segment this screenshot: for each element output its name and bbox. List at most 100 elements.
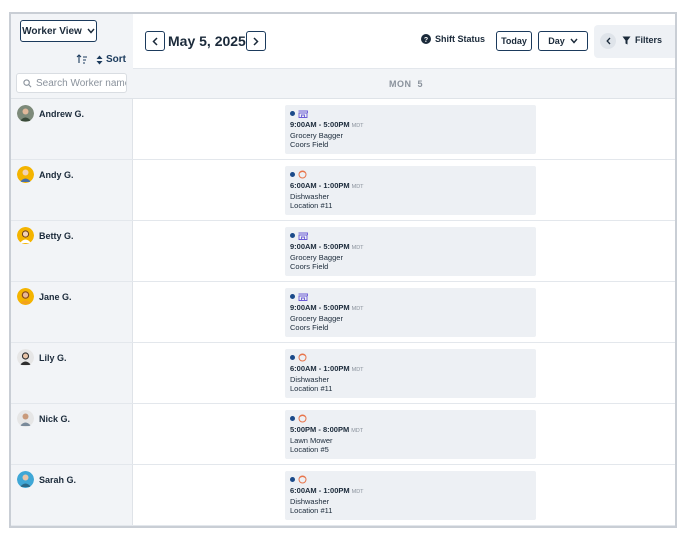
worker-name: Nick G. [39, 414, 71, 424]
chevron-down-icon [570, 38, 578, 44]
shift-card[interactable]: 5:00PM - 8:00PM MDT Lawn Mower Location #… [285, 410, 536, 459]
view-button-label: Worker View [22, 25, 82, 37]
shift-location: Location #11 [290, 506, 333, 515]
shift-role: Grocery Bagger [290, 314, 343, 323]
sort-order-icon[interactable] [76, 54, 88, 64]
shift-role: Dishwasher [290, 497, 330, 506]
avatar [17, 227, 34, 244]
shift-role: Dishwasher [290, 192, 330, 201]
next-day-button[interactable] [246, 31, 266, 51]
search-icon [23, 78, 32, 87]
shift-status-button[interactable]: ? Shift Status [421, 34, 485, 44]
sort-button[interactable]: Sort [96, 54, 126, 65]
worker-row[interactable]: Nick G. [11, 404, 133, 465]
day-label: Day [548, 36, 565, 46]
filter-icon [622, 36, 631, 44]
avatar [17, 410, 34, 427]
schedule-row: 6:00AM - 1:00PM MDT Dishwasher Location #… [133, 465, 675, 526]
shift-card[interactable]: 6:00AM - 1:00PM MDT Dishwasher Location #… [285, 349, 536, 398]
sort-label: Sort [106, 54, 126, 65]
schedule-row: 6:00AM - 1:00PM MDT Dishwasher Location #… [133, 160, 675, 221]
schedule-row: 9:00AM - 5:00PM MDT Grocery Bagger Coors … [133, 221, 675, 282]
avatar [17, 105, 34, 122]
shift-time: 6:00AM - 1:00PM MDT [290, 364, 364, 373]
worker-row[interactable]: Andy G. [11, 160, 133, 221]
worker-name: Jane G. [39, 292, 72, 302]
shift-time: 9:00AM - 5:00PM MDT [290, 120, 364, 129]
shift-time: 9:00AM - 5:00PM MDT [290, 303, 364, 312]
schedule-row: 5:00PM - 8:00PM MDT Lawn Mower Location #… [133, 404, 675, 465]
shift-role: Grocery Bagger [290, 131, 343, 140]
today-button[interactable]: Today [496, 31, 532, 51]
avatar [17, 166, 34, 183]
shift-role: Grocery Bagger [290, 253, 343, 262]
shift-location: Location #11 [290, 384, 333, 393]
storefront-icon [298, 293, 308, 301]
shift-role: Lawn Mower [290, 436, 333, 445]
schedule-row: 9:00AM - 5:00PM MDT Grocery Bagger Coors … [133, 282, 675, 343]
worker-search-input[interactable] [36, 77, 126, 89]
shift-location: Location #5 [290, 445, 329, 454]
shift-time: 6:00AM - 1:00PM MDT [290, 486, 364, 495]
shift-time: 6:00AM - 1:00PM MDT [290, 181, 364, 190]
sidebar-header: Worker View Sort [11, 14, 133, 99]
sort-row: Sort [11, 53, 133, 69]
day-column-header: MON 5 [133, 69, 675, 99]
day-column-label: MON 5 [388, 78, 423, 89]
chevron-right-icon [253, 36, 259, 46]
worker-row[interactable]: Lily G. [11, 343, 133, 404]
current-date-title: May 5, 2025 [168, 33, 246, 49]
status-dot [290, 477, 295, 482]
shift-card[interactable]: 6:00AM - 1:00PM MDT Dishwasher Location #… [285, 471, 536, 520]
shift-role: Dishwasher [290, 375, 330, 384]
shift-card[interactable]: 9:00AM - 5:00PM MDT Grocery Bagger Coors … [285, 227, 536, 276]
scheduler-frame: Worker View Sort Search Worker name Andr… [9, 12, 677, 528]
status-dot [290, 294, 295, 299]
status-dot [290, 416, 295, 421]
chevron-left-icon [605, 37, 610, 45]
worker-name: Lily G. [39, 353, 67, 363]
worker-name: Andy G. [39, 170, 74, 180]
shift-status-label: Shift Status [435, 34, 486, 44]
worker-row[interactable]: Sarah G. [11, 465, 133, 526]
avatar [17, 349, 34, 366]
filters-panel: Filters [594, 25, 675, 58]
worker-name: Betty G. [39, 231, 74, 241]
shift-card[interactable]: 6:00AM - 1:00PM MDT Dishwasher Location #… [285, 166, 536, 215]
shift-card[interactable]: 9:00AM - 5:00PM MDT Grocery Bagger Coors … [285, 288, 536, 337]
worker-search-box[interactable] [16, 73, 127, 93]
storefront-icon [298, 232, 308, 240]
filters-label: Filters [635, 35, 663, 45]
previous-day-button[interactable] [145, 31, 165, 51]
filters-button[interactable]: Filters [622, 35, 662, 45]
dish-icon [298, 170, 307, 179]
worker-name: Andrew G. [39, 109, 85, 119]
dish-icon [298, 353, 307, 362]
worker-name: Sarah G. [39, 475, 77, 485]
day-view-dropdown[interactable]: Day [538, 31, 588, 51]
shift-location: Coors Field [290, 323, 329, 332]
avatar [17, 471, 34, 488]
chevron-left-icon [152, 36, 158, 46]
shift-card[interactable]: 9:00AM - 5:00PM MDT Grocery Bagger Coors … [285, 105, 536, 154]
status-dot [290, 172, 295, 177]
shift-location: Coors Field [290, 140, 329, 149]
worker-row[interactable]: Andrew G. [11, 99, 133, 160]
shift-time: 5:00PM - 8:00PM MDT [290, 425, 364, 434]
worker-sidebar: Worker View Sort Search Worker name Andr… [11, 14, 133, 526]
worker-view-dropdown[interactable]: Worker View [20, 20, 97, 42]
status-dot [290, 233, 295, 238]
chevron-down-icon [87, 28, 95, 34]
worker-row[interactable]: Betty G. [11, 221, 133, 282]
collapse-filters-button[interactable] [600, 33, 616, 49]
help-circle-icon: ? [421, 34, 431, 44]
dish-icon [298, 475, 307, 484]
avatar [17, 288, 34, 305]
worker-row[interactable]: Jane G. [11, 282, 133, 343]
schedule-row: 6:00AM - 1:00PM MDT Dishwasher Location #… [133, 343, 675, 404]
sort-arrows-icon [96, 55, 103, 64]
shift-location: Location #11 [290, 201, 333, 210]
storefront-icon [298, 110, 308, 118]
status-dot [290, 111, 295, 116]
shift-location: Coors Field [290, 262, 329, 271]
